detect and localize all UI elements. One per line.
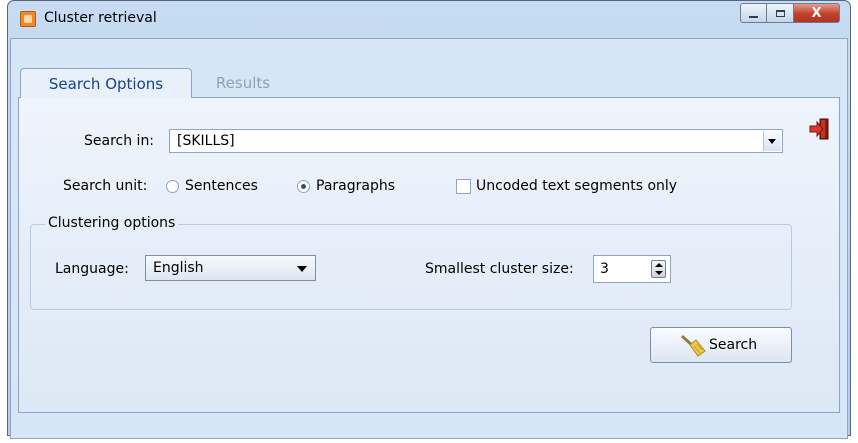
clustering-options-title: Clustering options xyxy=(45,215,179,231)
spinner-icon[interactable] xyxy=(651,260,666,278)
minimize-button[interactable] xyxy=(740,3,767,23)
close-button[interactable]: X xyxy=(794,3,840,23)
window-controls: X xyxy=(740,3,840,23)
exit-icon[interactable] xyxy=(808,117,830,141)
window-title: Cluster retrieval xyxy=(44,10,157,26)
uncoded-checkbox[interactable] xyxy=(456,179,471,194)
search-in-dropdown[interactable]: [SKILLS] xyxy=(169,129,783,153)
maximize-icon xyxy=(775,9,785,17)
tab-results[interactable]: Results xyxy=(208,68,278,98)
smallest-cluster-size-label: Smallest cluster size: xyxy=(425,261,574,277)
search-in-value: [SKILLS] xyxy=(177,133,235,149)
close-icon: X xyxy=(811,5,822,21)
language-value: English xyxy=(153,260,204,276)
app-icon xyxy=(20,11,36,27)
smallest-cluster-size-value: 3 xyxy=(600,261,609,277)
minimize-icon xyxy=(749,15,758,18)
broom-icon xyxy=(681,335,706,357)
smallest-cluster-size-input[interactable]: 3 xyxy=(593,255,671,283)
maximize-button[interactable] xyxy=(767,3,794,23)
title-bar[interactable]: Cluster retrieval X xyxy=(8,1,850,39)
tab-search-options[interactable]: Search Options xyxy=(20,68,192,98)
language-label: Language: xyxy=(55,261,129,277)
search-button[interactable]: Search xyxy=(650,327,792,363)
search-in-label: Search in: xyxy=(84,133,155,149)
search-button-label: Search xyxy=(709,337,758,353)
chevron-down-icon[interactable] xyxy=(297,266,307,272)
chevron-down-icon[interactable] xyxy=(763,131,781,151)
search-unit-label: Search unit: xyxy=(63,178,148,194)
uncoded-label[interactable]: Uncoded text segments only xyxy=(476,178,677,194)
paragraphs-radio[interactable] xyxy=(297,180,310,193)
sentences-radio[interactable] xyxy=(166,180,179,193)
language-dropdown[interactable]: English xyxy=(145,255,316,281)
paragraphs-label[interactable]: Paragraphs xyxy=(316,178,395,194)
sentences-label[interactable]: Sentences xyxy=(185,178,258,194)
